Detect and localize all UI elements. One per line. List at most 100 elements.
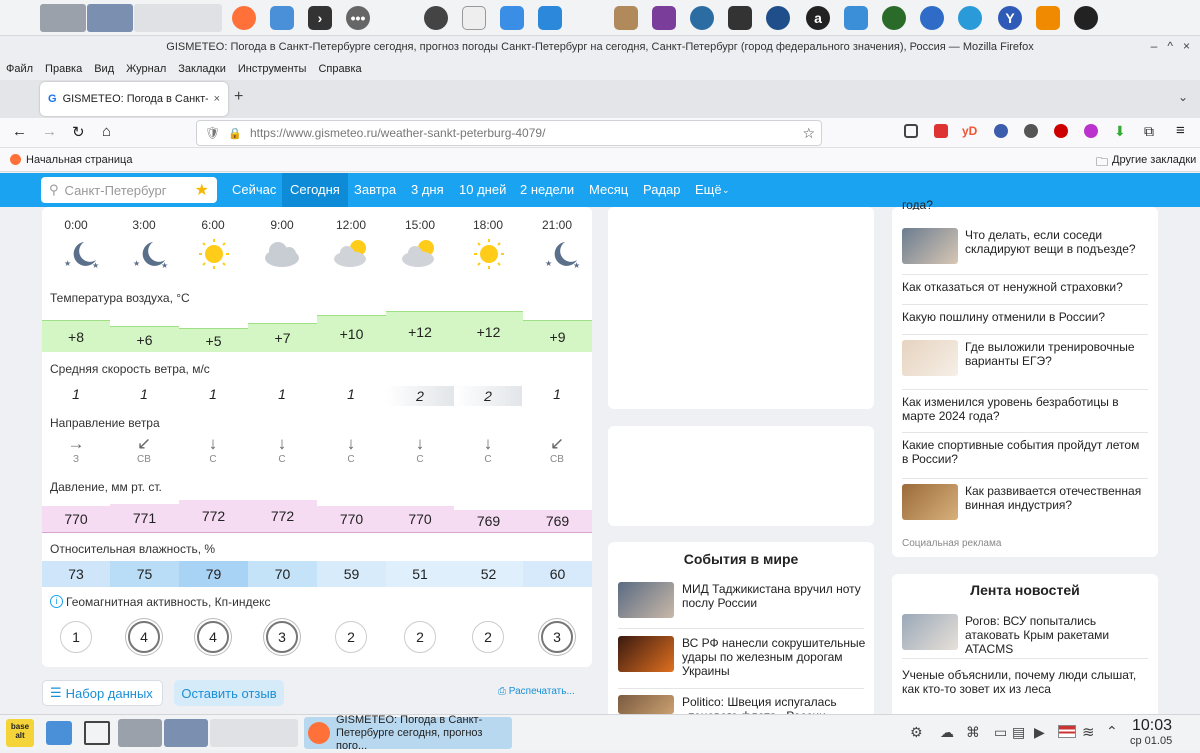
menu-help[interactable]: Справка xyxy=(318,63,361,75)
clipboard-icon[interactable]: ▤ xyxy=(1012,724,1025,741)
city-search[interactable]: ⚲ Санкт-Петербург ★ xyxy=(41,177,217,203)
nav-tomorrow[interactable]: Завтра xyxy=(354,173,396,207)
nav-now[interactable]: Сейчас xyxy=(232,173,276,207)
yandex-browser-icon[interactable]: Y xyxy=(998,6,1022,30)
extension-icon-1[interactable] xyxy=(934,124,948,138)
download-icon[interactable]: ⬇ xyxy=(1114,123,1126,140)
app-icon-8[interactable] xyxy=(1074,6,1098,30)
tray-expand-icon[interactable]: ⌃ xyxy=(1106,723,1118,740)
leave-review-button[interactable]: Оставить отзыв xyxy=(174,680,284,706)
wifi-icon[interactable]: ≋ xyxy=(1082,723,1095,741)
date[interactable]: ср 01.05 xyxy=(1130,735,1172,747)
file-manager-icon[interactable] xyxy=(270,6,294,30)
workspace-3[interactable] xyxy=(210,719,298,747)
nav-10days[interactable]: 10 дней xyxy=(459,173,506,207)
yandex-disk-icon[interactable]: yD xyxy=(962,124,977,138)
menu-history[interactable]: Журнал xyxy=(126,63,166,75)
app-icon-7[interactable] xyxy=(958,6,982,30)
app-icon-6[interactable] xyxy=(920,6,944,30)
app-icon-2[interactable] xyxy=(500,6,524,30)
feed-item[interactable]: Ученые объяснили, почему люди слышат, ка… xyxy=(902,668,1148,696)
extension-icon-4[interactable] xyxy=(1054,124,1068,138)
workspace-1[interactable] xyxy=(118,719,162,747)
pocket-icon[interactable] xyxy=(904,124,918,138)
menu-tools[interactable]: Инструменты xyxy=(238,63,307,75)
taskbar-firefox-window[interactable]: GISMETEO: Погода в Санкт-Петербурге сего… xyxy=(304,714,512,752)
menu-edit[interactable]: Правка xyxy=(45,63,82,75)
app-icon-5[interactable]: a xyxy=(806,6,830,30)
keyboard-layout-flag-icon[interactable] xyxy=(1058,725,1076,738)
reload-icon[interactable]: ↻ xyxy=(72,123,85,141)
article-thumbnail[interactable] xyxy=(902,228,958,264)
favorite-star-icon[interactable]: ★ xyxy=(195,180,209,200)
menu-hamburger-icon[interactable]: ≡ xyxy=(1176,122,1185,139)
search-input[interactable]: Санкт-Петербург xyxy=(65,183,167,198)
writer-icon[interactable] xyxy=(538,6,562,30)
extension-icon-3[interactable] xyxy=(1024,124,1038,138)
bookmark-home[interactable]: Начальная страница xyxy=(26,154,132,166)
bookmark-other[interactable]: Другие закладки xyxy=(1112,154,1196,166)
new-tab-icon[interactable]: + xyxy=(234,88,243,106)
article-link[interactable]: Как отказаться от ненужной страховки? xyxy=(902,280,1148,294)
tray-icon-3[interactable]: ⌘ xyxy=(966,724,980,741)
forward-icon[interactable]: → xyxy=(42,123,57,140)
nav-today[interactable]: Сегодня xyxy=(282,173,348,207)
news-thumbnail[interactable] xyxy=(618,582,674,618)
menu-file[interactable]: Файл xyxy=(6,63,33,75)
webcam-icon[interactable] xyxy=(844,6,868,30)
extension-icon-2[interactable] xyxy=(994,124,1008,138)
world-news-item[interactable]: ВС РФ нанесли сокрушительные удары по же… xyxy=(682,636,866,678)
article-link[interactable]: Какие спортивные события пройдут летом в… xyxy=(902,438,1148,466)
workspace-2[interactable] xyxy=(87,4,133,32)
firefox-icon[interactable] xyxy=(232,6,256,30)
news-thumbnail[interactable] xyxy=(902,614,958,650)
clock[interactable]: 10:03 xyxy=(1132,717,1172,735)
gimp-icon[interactable] xyxy=(614,6,638,30)
workspace-3[interactable] xyxy=(134,4,222,32)
article-top-cut[interactable]: года? xyxy=(902,198,1148,210)
globe-icon[interactable] xyxy=(882,6,906,30)
article-link[interactable]: Как изменился уровень безработицы в март… xyxy=(902,395,1148,423)
nav-month[interactable]: Месяц xyxy=(589,173,628,207)
feed-item[interactable]: Рогов: ВСУ попытались атаковать Крым рак… xyxy=(965,614,1149,656)
show-desktop-icon[interactable] xyxy=(84,721,110,745)
nav-radar[interactable]: Радар xyxy=(643,173,681,207)
news-thumbnail[interactable] xyxy=(618,636,674,672)
window-controls[interactable]: – ^ × xyxy=(1151,39,1190,53)
battery-icon[interactable]: ▭ xyxy=(994,724,1007,741)
audio-icon[interactable] xyxy=(690,6,714,30)
nav-more[interactable]: Ещё xyxy=(695,173,722,207)
document-icon[interactable] xyxy=(462,6,486,30)
workspace-2[interactable] xyxy=(164,719,208,747)
workspace-1[interactable] xyxy=(40,4,86,32)
extension-icon-5[interactable] xyxy=(1084,124,1098,138)
app-icon-4[interactable] xyxy=(766,6,790,30)
terminal-icon[interactable]: › xyxy=(308,6,332,30)
info-icon[interactable]: i xyxy=(50,595,63,608)
article-thumbnail[interactable] xyxy=(902,340,958,376)
world-news-item[interactable]: Politico: Швеция испугалась «теневого фл… xyxy=(682,695,837,714)
back-icon[interactable]: ← xyxy=(12,123,27,140)
vlc-icon[interactable] xyxy=(1036,6,1060,30)
app-icon[interactable] xyxy=(424,6,448,30)
world-news-item[interactable]: МИД Таджикистана вручил ноту послу Росси… xyxy=(682,582,866,610)
start-menu-button[interactable]: base alt xyxy=(6,719,34,747)
tab-list-icon[interactable]: ⌄ xyxy=(1178,90,1188,104)
menu-bookmarks[interactable]: Закладки xyxy=(178,63,226,75)
close-tab-icon[interactable]: × xyxy=(214,93,220,105)
bookmark-star-icon[interactable]: ☆ xyxy=(802,125,815,142)
article-link[interactable]: Какую пошлину отменили в России? xyxy=(902,310,1148,324)
tray-icon-2[interactable]: ☁ xyxy=(940,724,954,741)
extensions-icon[interactable]: ⧉ xyxy=(1144,123,1154,140)
article-link[interactable]: Что делать, если соседи складируют вещи … xyxy=(965,228,1149,256)
article-link[interactable]: Где выложили тренировочные варианты ЕГЭ? xyxy=(965,340,1149,368)
print-link[interactable]: ⎙ Распечатать... xyxy=(498,686,575,697)
article-thumbnail[interactable] xyxy=(902,484,958,520)
more-icon[interactable]: ••• xyxy=(346,6,370,30)
nav-3days[interactable]: 3 дня xyxy=(411,173,444,207)
url-bar[interactable]: 🛡 🔒 https://www.gismeteo.ru/weather-sank… xyxy=(196,120,822,146)
article-link[interactable]: Как развивается отечественная винная инд… xyxy=(965,484,1149,512)
tray-icon-1[interactable]: ⚙ xyxy=(910,724,923,741)
video-editor-icon[interactable] xyxy=(728,6,752,30)
app-icon-3[interactable] xyxy=(652,6,676,30)
